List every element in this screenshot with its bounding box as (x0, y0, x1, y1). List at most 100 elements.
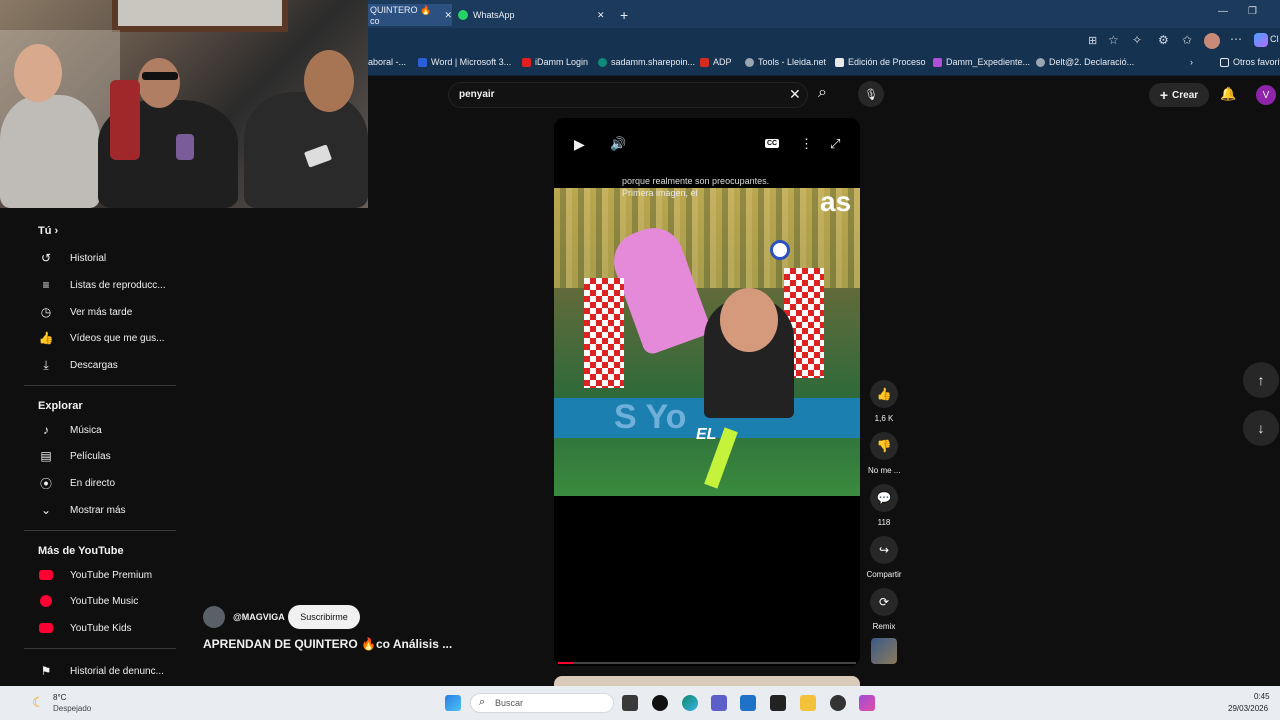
tab-active[interactable]: QUINTERO 🔥co ✕ (368, 4, 452, 26)
sidebar-item-report-history[interactable]: ⚑ Historial de denunc... (38, 663, 164, 679)
channel-name[interactable]: @MAGVIGA (233, 612, 285, 622)
close-icon[interactable]: ✕ (597, 4, 605, 26)
weather-desc[interactable]: Despejado (53, 704, 91, 713)
as-logo: as (820, 188, 852, 217)
share-action[interactable]: ↪ Compartir (864, 536, 904, 579)
taskbar: ☾ 8°C Despejado ⌕ Buscar 0:45 29/03/2026 (0, 686, 1280, 720)
sidebar-item-live[interactable]: ⦿ En directo (38, 475, 115, 491)
account-avatar[interactable]: V (1256, 85, 1276, 105)
windows-start-icon[interactable] (445, 695, 461, 711)
chevron-right-icon[interactable]: › (1190, 57, 1193, 67)
apps-icon[interactable]: ⊞ (1088, 34, 1097, 47)
share-icon[interactable]: ↪ (870, 536, 898, 564)
sidebar-item-downloads[interactable]: ⤓ Descargas (38, 357, 117, 373)
subscribe-button[interactable]: Suscribirme (288, 605, 360, 629)
folder-icon[interactable] (800, 695, 816, 711)
adp-icon (700, 57, 709, 67)
sidebar-item-premium[interactable]: YouTube Premium (38, 567, 152, 583)
clock-time[interactable]: 0:45 (1254, 692, 1270, 701)
browser-tabbar: QUINTERO 🔥co ✕ WhatsApp ✕ + — ❐ (368, 0, 1280, 28)
weather-icon[interactable]: ☾ (32, 694, 45, 711)
search-icon[interactable]: ⌕ (818, 84, 827, 102)
sidebar-item-history[interactable]: ↺ Historial (38, 250, 106, 266)
overlay-text: EL (696, 426, 717, 443)
settings-icon[interactable]: ⚙ (1158, 33, 1169, 47)
comment-icon[interactable]: 💬 (870, 484, 898, 512)
remix-icon[interactable]: ⟳ (870, 588, 898, 616)
download-icon: ⤓ (43, 357, 49, 372)
remix-action[interactable]: ⟳ Remix (868, 588, 900, 631)
comments-action[interactable]: 💬 118 (868, 484, 900, 527)
star-icon[interactable]: ☆ (1108, 33, 1119, 47)
history-icon: ↺ (40, 251, 52, 265)
bell-icon[interactable]: 🔔 (1220, 86, 1236, 102)
search-input[interactable]: penyair (459, 89, 495, 100)
new-tab-icon[interactable]: + (620, 4, 628, 26)
clear-icon[interactable]: ✕ (789, 86, 801, 103)
sidebar-item-kids[interactable]: YouTube Kids (38, 620, 132, 636)
tiktok-icon[interactable] (652, 695, 668, 711)
affinity-icon[interactable] (770, 695, 786, 711)
sidebar-item-show-more[interactable]: ⌄ Mostrar más (38, 502, 126, 518)
bookmark-item[interactable]: Damm_Expediente... (933, 57, 1030, 67)
folder-icon (1220, 57, 1229, 67)
fullscreen-icon[interactable]: ⤢ (830, 136, 840, 152)
arrow-down-icon[interactable]: ↓ (1243, 410, 1279, 446)
obs-icon[interactable] (830, 695, 846, 711)
favorites-icon[interactable]: ✩ (1182, 33, 1192, 47)
bookmark-item[interactable]: sadamm.sharepoin... (598, 57, 695, 67)
volume-icon[interactable]: 🔊 (610, 136, 626, 152)
bookmark-item[interactable]: iDamm Login (522, 57, 588, 67)
bookmark-item[interactable]: aboral -... (368, 57, 406, 67)
clock-date[interactable]: 29/03/2026 (1228, 704, 1268, 713)
short-title[interactable]: APRENDAN DE QUINTERO 🔥co Análisis ... (203, 637, 452, 651)
dislike-action[interactable]: 👎 No me ... (868, 432, 900, 475)
thumbs-up-icon[interactable]: 👍 (870, 380, 898, 408)
play-icon[interactable]: ▶ (574, 136, 585, 153)
restore-icon[interactable]: ❐ (1248, 6, 1257, 17)
more-vertical-icon[interactable]: ⋮ (800, 136, 813, 152)
bookmark-folder[interactable]: Otros favorit (1220, 57, 1280, 67)
sidebar-item-music-app[interactable]: YouTube Music (38, 593, 138, 609)
more-icon[interactable]: ⋯ (1230, 32, 1242, 46)
task-view-icon[interactable] (622, 695, 638, 711)
audio-thumbnail[interactable] (871, 638, 897, 664)
microphone-icon[interactable]: 🎙 (858, 81, 884, 107)
search-bar[interactable]: penyair ✕ (448, 82, 808, 108)
like-action[interactable]: 👍 1,6 K (868, 380, 900, 423)
progress-track[interactable] (558, 662, 856, 664)
bookmark-item[interactable]: Word | Microsoft 3... (418, 57, 511, 67)
minimize-icon[interactable]: — (1218, 6, 1228, 17)
profile-avatar[interactable] (1204, 33, 1220, 49)
bookmark-item[interactable]: Tools - Lleida.net (745, 57, 826, 67)
weather-temp[interactable]: 8°C (53, 693, 66, 702)
clipchamp-icon[interactable] (859, 695, 875, 711)
taskbar-search[interactable]: ⌕ Buscar (470, 693, 614, 713)
store-icon[interactable] (740, 695, 756, 711)
thumbs-down-icon[interactable]: 👎 (870, 432, 898, 460)
sidebar-item-liked[interactable]: 👍 Vídeos que me gus... (38, 330, 165, 346)
divider (24, 648, 176, 649)
create-button[interactable]: + Crear (1149, 83, 1209, 107)
gaming-chair (110, 80, 140, 160)
bookmark-item[interactable]: ADP (700, 57, 732, 67)
sidebar-item-movies[interactable]: ▤ Películas (38, 448, 110, 464)
tab-whatsapp[interactable]: WhatsApp (456, 4, 606, 26)
bookmark-item[interactable]: Delt@2. Declaració... (1036, 57, 1134, 67)
channel-avatar[interactable] (203, 606, 225, 628)
sharepoint-icon (598, 57, 607, 67)
next-short-preview[interactable] (554, 676, 860, 686)
copilot-icon[interactable] (1254, 33, 1268, 47)
sidebar-item-music[interactable]: ♪ Música (38, 422, 102, 438)
edge-icon[interactable] (682, 695, 698, 711)
bookmark-item[interactable]: Edición de Proceso (835, 57, 926, 67)
short-video-player[interactable]: ▶ 🔊 CC ⋮ ⤢ porque realmente son preocupa… (554, 118, 860, 666)
arrow-up-icon[interactable]: ↑ (1243, 362, 1279, 398)
teams-icon[interactable] (711, 695, 727, 711)
sidebar-you-heading[interactable]: Tú › (38, 225, 58, 237)
extensions-icon[interactable]: ✧ (1132, 33, 1142, 47)
sidebar-item-watch-later[interactable]: ◷ Ver más tarde (38, 304, 133, 320)
close-icon[interactable]: ✕ (444, 10, 452, 21)
captions-icon[interactable]: CC (765, 139, 780, 148)
sidebar-item-playlists[interactable]: ≡ Listas de reproducc... (38, 277, 165, 293)
